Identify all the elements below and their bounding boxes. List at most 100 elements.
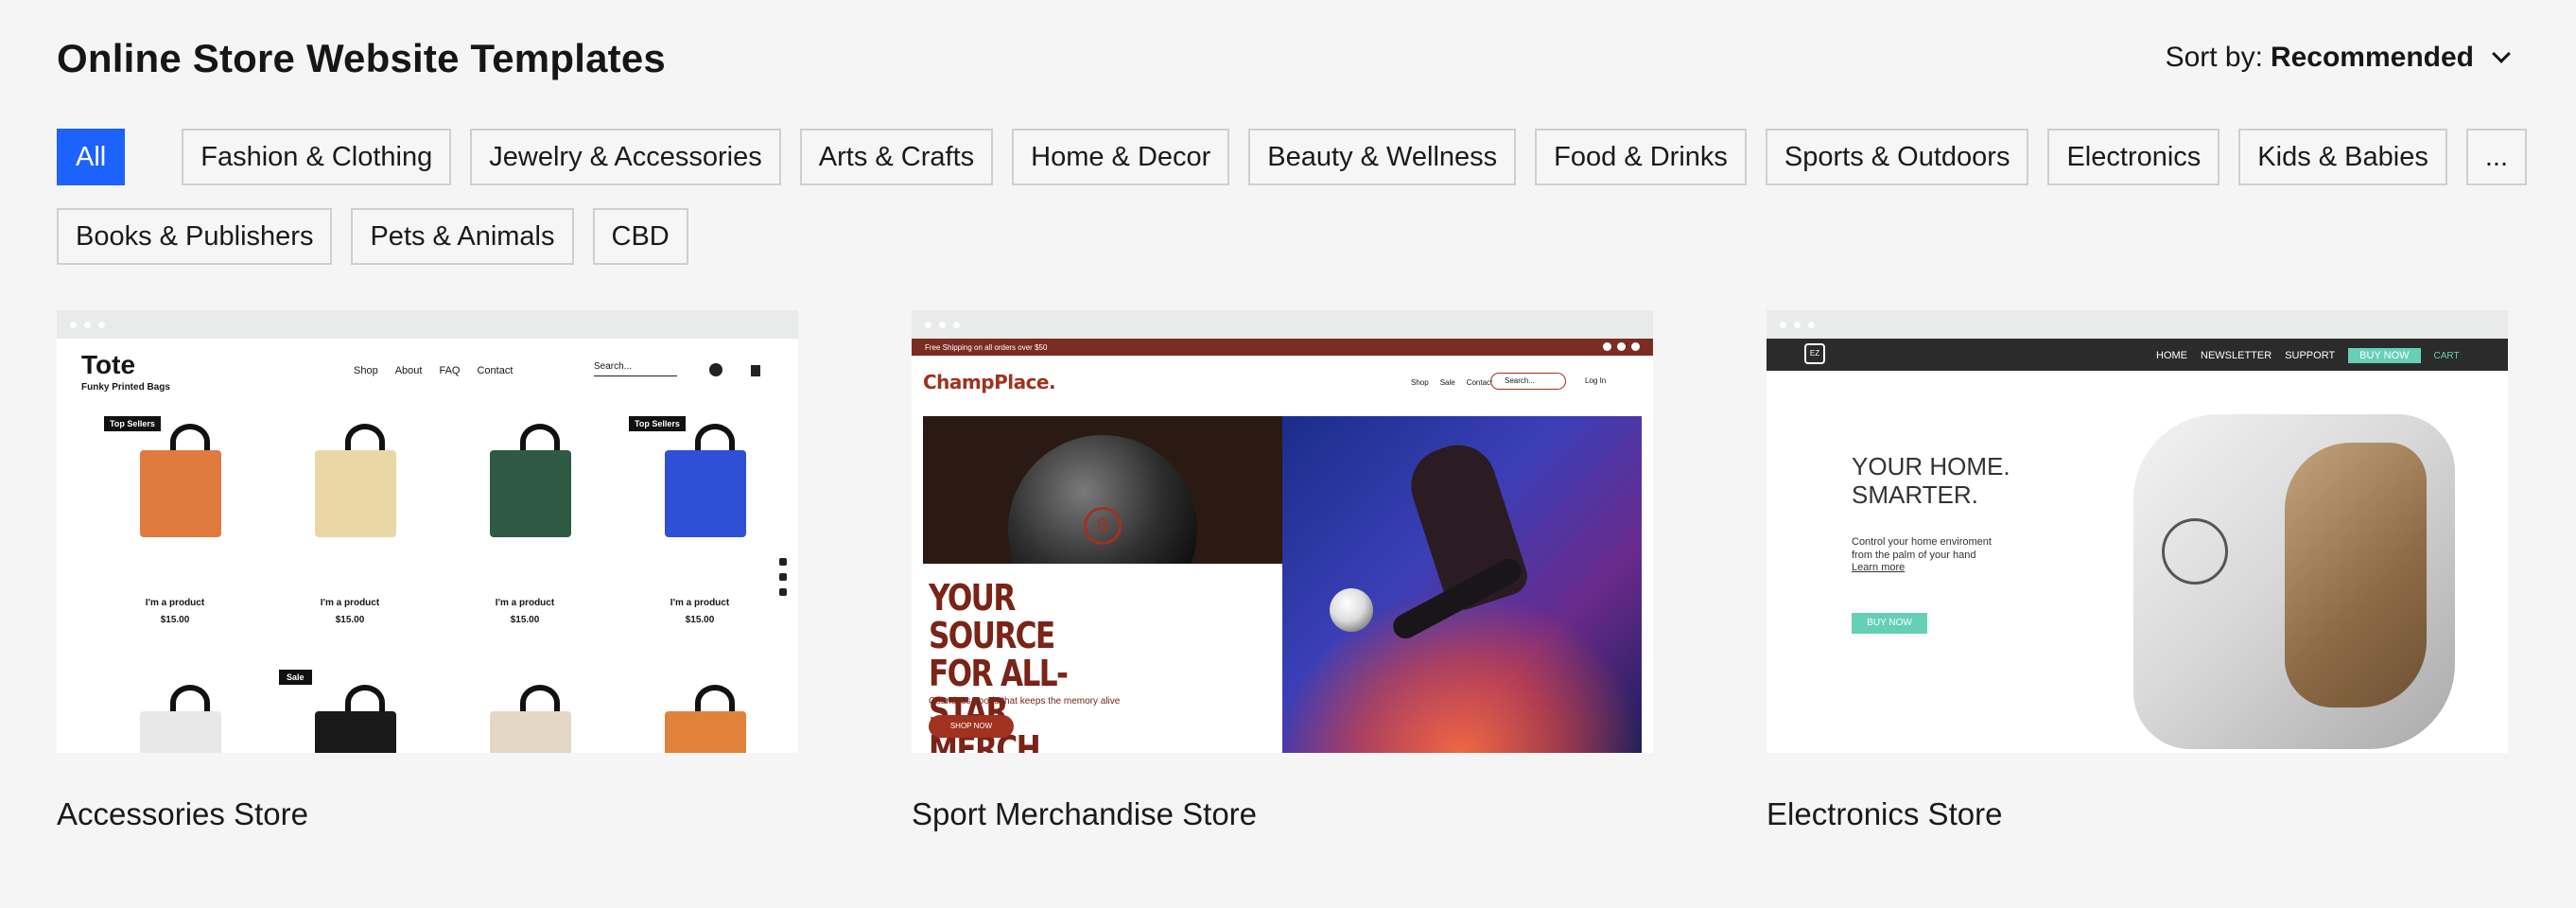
browser-titlebar: [912, 310, 1653, 339]
page-title: Online Store Website Templates: [57, 36, 666, 80]
banner-text: Free Shipping on all orders over $50: [925, 342, 1048, 352]
preview-nav-item: About: [394, 365, 423, 376]
template-preview[interactable]: EZ HOME NEWSLETTER SUPPORT BUY NOW CART …: [1767, 310, 2508, 753]
more-filters-button[interactable]: ...: [2465, 129, 2528, 185]
tote-bag-image: [665, 711, 746, 753]
filter-chip[interactable]: Fashion & Clothing: [182, 129, 452, 185]
preview-nav-item: Shop: [354, 365, 378, 376]
filter-chip[interactable]: Electronics: [2047, 129, 2220, 185]
bag-icon: [751, 365, 760, 376]
template-name[interactable]: Accessories Store: [57, 796, 798, 832]
tote-bag-image: [315, 711, 396, 753]
template-name[interactable]: Electronics Store: [1767, 796, 2508, 832]
template-card: EZ HOME NEWSLETTER SUPPORT BUY NOW CART …: [1767, 310, 2508, 832]
product-name: I'm a product: [670, 598, 730, 608]
browser-titlebar: [1767, 310, 2508, 339]
template-preview[interactable]: Tote Funky Printed Bags Shop About FAQ C…: [57, 310, 798, 753]
sort-value: Recommended: [2270, 42, 2474, 73]
preview-product: I'm a product $15.00: [454, 416, 596, 643]
product-price: $15.00: [160, 615, 190, 625]
preview-product-grid-row-2: Sale: [104, 670, 771, 753]
product-name: I'm a product: [145, 598, 205, 608]
filter-chip[interactable]: Kids & Babies: [2238, 129, 2447, 185]
browser-titlebar: [57, 310, 798, 339]
tote-bag-image: [315, 450, 396, 537]
preview-tagline: Countless goods that keeps the memory al…: [929, 696, 1121, 707]
preview-nav-item: Shop: [1411, 378, 1429, 387]
template-preview[interactable]: Free Shipping on all orders over $50 Cha…: [912, 310, 1653, 753]
preview-logo: EZ: [1804, 343, 1825, 364]
preview-nav-item: SUPPORT: [2285, 350, 2336, 361]
tote-bag-image: [665, 450, 746, 537]
sort-dropdown[interactable]: Sort by: Recommended: [2165, 42, 2511, 74]
description-line-1: Control your home enviroment: [1852, 536, 1992, 548]
preview-nav-item: HOME: [2156, 350, 2187, 361]
filter-row-1: All Fashion & Clothing Jewelry & Accesso…: [57, 129, 2528, 185]
filter-chip[interactable]: Beauty & Wellness: [1248, 129, 1517, 185]
top-sellers-badge: Top Sellers: [104, 416, 161, 431]
preview-learn-more: Learn more: [1852, 562, 1906, 573]
filter-chip[interactable]: Sports & Outdoors: [1765, 129, 2029, 185]
chevron-down-icon: [2492, 44, 2511, 63]
product-name: I'm a product: [320, 598, 380, 608]
template-card: Tote Funky Printed Bags Shop About FAQ C…: [57, 310, 798, 832]
preview-product: [104, 670, 246, 753]
preview-logo: Tote: [81, 350, 136, 379]
tote-bag-image: [490, 711, 571, 753]
preview-product: [454, 670, 596, 753]
headline-line-2: SMARTER.: [1852, 480, 1978, 509]
category-filters: All Fashion & Clothing Jewelry & Accesso…: [57, 129, 2528, 288]
preview-nav-item: Contact: [1466, 378, 1493, 387]
filter-chip[interactable]: Food & Drinks: [1535, 129, 1747, 185]
preview-search: Search...: [594, 361, 677, 376]
filter-chip-all[interactable]: All: [57, 129, 126, 185]
preview-screenshot: Tote Funky Printed Bags Shop About FAQ C…: [57, 339, 798, 753]
tote-bag-image: [140, 711, 221, 753]
filter-chip[interactable]: Pets & Animals: [351, 208, 574, 265]
smart-device-image: [2124, 405, 2468, 753]
preview-login: Log In: [1585, 376, 1607, 385]
tote-bag-image: [140, 450, 221, 537]
preview-cart: CART: [2433, 350, 2460, 361]
preview-headline: YOUR HOME. SMARTER.: [1852, 452, 2010, 509]
top-sellers-badge: Top Sellers: [629, 416, 686, 431]
preview-product: Sale: [279, 670, 421, 753]
product-price: $15.00: [685, 615, 715, 625]
template-card: Free Shipping on all orders over $50 Cha…: [912, 310, 1653, 832]
preview-buy-top: BUY NOW: [2348, 348, 2421, 363]
description-line-2: from the palm of your hand: [1852, 550, 1976, 561]
preview-nav-item: Sale: [1439, 378, 1455, 387]
preview-product: Top Sellers I'm a product $15.00: [629, 416, 771, 643]
headline-line-1: YOUR HOME.: [1852, 452, 2010, 480]
basketball-image: 8: [923, 416, 1282, 564]
preview-nav-item: Contact: [477, 365, 513, 376]
preview-social-icons: [779, 558, 787, 596]
preview-banner: Free Shipping on all orders over $50: [912, 339, 1653, 356]
preview-nav-item: NEWSLETTER: [2201, 350, 2272, 361]
preview-header: EZ HOME NEWSLETTER SUPPORT BUY NOW CART: [1767, 339, 2508, 371]
sort-label: Sort by:: [2165, 42, 2263, 73]
preview-search: Search...: [1490, 373, 1566, 390]
preview-description: Control your home enviroment from the pa…: [1852, 535, 1992, 562]
preview-buy-button: BUY NOW: [1852, 613, 1927, 634]
preview-logo: ChampPlace.: [923, 371, 1056, 393]
sale-badge: Sale: [279, 670, 312, 685]
preview-nav: Shop About FAQ Contact: [354, 365, 513, 376]
filter-chip[interactable]: Jewelry & Accessories: [470, 129, 781, 185]
tote-bag-image: [490, 450, 571, 537]
preview-shop-button: SHOP NOW: [929, 715, 1014, 738]
template-name[interactable]: Sport Merchandise Store: [912, 796, 1653, 832]
preview-nav-item: FAQ: [439, 365, 461, 376]
filter-chip[interactable]: CBD: [592, 208, 688, 265]
filter-chip[interactable]: Arts & Crafts: [799, 129, 994, 185]
preview-product: I'm a product $15.00: [279, 416, 421, 643]
preview-social-icons: [1603, 342, 1640, 351]
preview-product-grid: Top Sellers I'm a product $15.00 I'm a p…: [104, 416, 771, 643]
ball-number: 8: [1084, 507, 1122, 545]
filter-chip[interactable]: Books & Publishers: [57, 208, 333, 265]
preview-screenshot: Free Shipping on all orders over $50 Cha…: [912, 339, 1653, 753]
filter-chip[interactable]: Home & Decor: [1012, 129, 1230, 185]
preview-product: Top Sellers I'm a product $15.00: [104, 416, 246, 643]
preview-product: [629, 670, 771, 753]
product-price: $15.00: [510, 615, 540, 625]
